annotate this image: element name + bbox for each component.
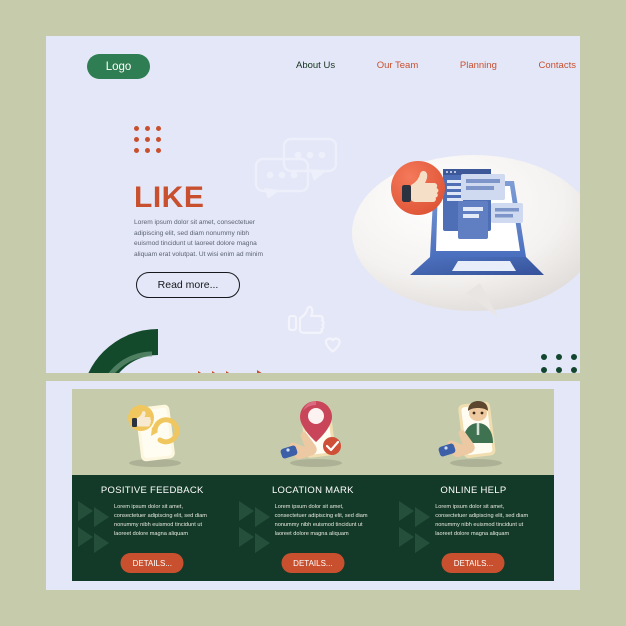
triangle-decoration-1 [198,371,209,373]
details-button[interactable]: DETAILS... [120,553,184,573]
outline-icons-decoration [286,304,346,364]
green-arc-decoration [84,311,214,373]
nav-item-our-team[interactable]: Our Team [377,60,419,71]
green-dot-grid-decoration [541,354,580,373]
card-text: Lorem ipsum dolor sit amet, consectetuer… [274,504,368,538]
logo-button[interactable]: Logo [87,54,150,79]
main-navigation: About Us Our Team Planning Contacts [296,60,576,71]
card-body: LOCATION MARK Lorem ipsum dolor sit amet… [232,475,394,581]
card-title: ONLINE HELP [440,485,507,496]
feature-card-location-mark[interactable]: LOCATION MARK Lorem ipsum dolor sit amet… [232,389,394,581]
chat-bubbles-decoration [252,136,352,199]
card-body: POSITIVE FEEDBACK Lorem ipsum dolor sit … [72,475,233,581]
triangle-decoration-3 [226,371,237,373]
feature-card-online-help[interactable]: ONLINE HELP Lorem ipsum dolor sit amet, … [393,389,554,581]
features-section: POSITIVE FEEDBACK Lorem ipsum dolor sit … [46,381,580,590]
triangle-decoration [78,501,112,564]
red-dot-grid-decoration [134,126,167,159]
hero-illustration-laptop-speech-bubble [348,141,580,341]
card-illustration-phone-thumbs-up [72,389,233,475]
features-card-row: POSITIVE FEEDBACK Lorem ipsum dolor sit … [72,389,554,581]
hero-paragraph: Lorem ipsum dolor sit amet, consectetuer… [134,219,263,259]
triangle-decoration [238,501,273,564]
read-more-button[interactable]: Read more... [136,272,240,298]
triangle-decoration [399,501,433,564]
card-body: ONLINE HELP Lorem ipsum dolor sit amet, … [393,475,554,581]
details-button[interactable]: DETAILS... [281,553,345,573]
hero-section: Logo About Us Our Team Planning Contacts… [46,36,580,373]
card-illustration-person-support [393,389,554,475]
triangle-decoration-4 [257,370,271,373]
card-title: LOCATION MARK [271,485,354,496]
nav-item-about-us[interactable]: About Us [296,60,335,71]
nav-item-planning[interactable]: Planning [460,60,497,71]
card-illustration-location-pin-hand [232,389,394,475]
card-text: Lorem ipsum dolor sit amet, consectetuer… [435,504,529,538]
details-button[interactable]: DETAILS... [441,553,505,573]
triangle-decoration-2 [212,371,223,373]
card-text: Lorem ipsum dolor sit amet, consectetuer… [114,504,207,538]
page-title: LIKE [134,181,205,214]
feature-card-positive-feedback[interactable]: POSITIVE FEEDBACK Lorem ipsum dolor sit … [72,389,233,581]
nav-item-contacts[interactable]: Contacts [538,60,576,71]
card-title: POSITIVE FEEDBACK [100,485,204,496]
